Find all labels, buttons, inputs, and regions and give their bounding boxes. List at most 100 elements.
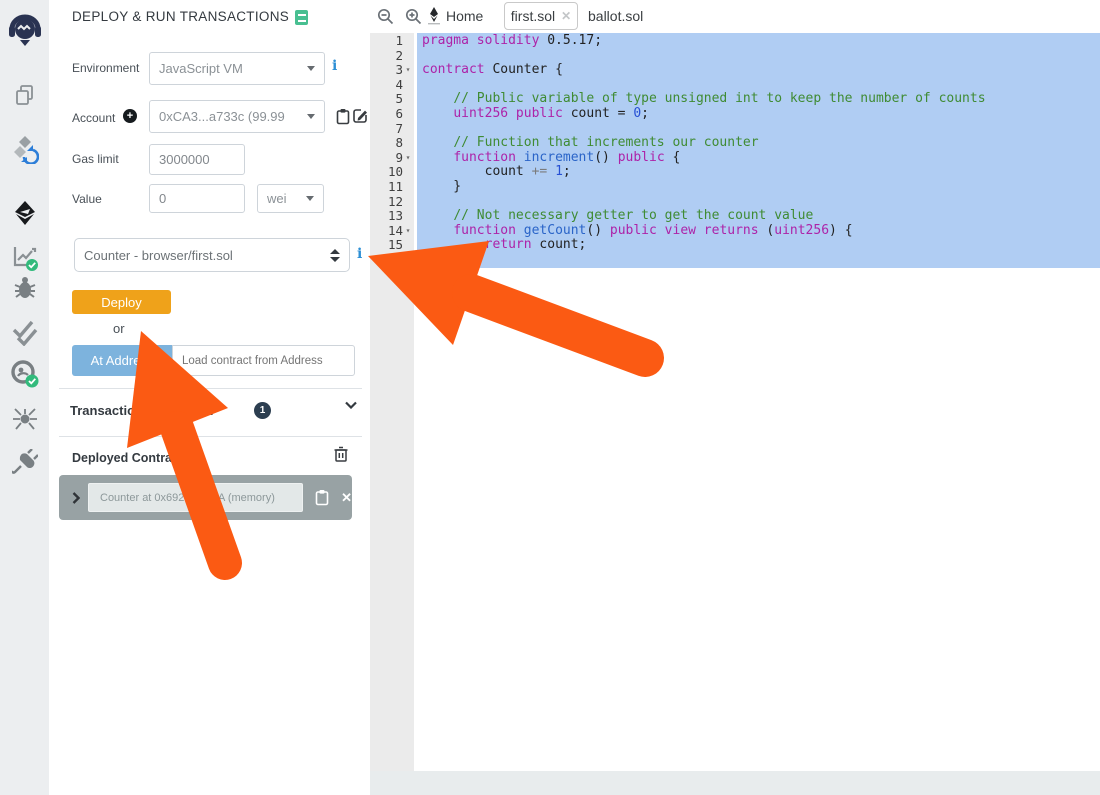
remix-logo[interactable] bbox=[0, 12, 49, 50]
account-select[interactable]: 0xCA3...a733c (99.99 bbox=[149, 100, 325, 133]
icon-sidebar bbox=[0, 0, 49, 795]
panel-title: DEPLOY & RUN TRANSACTIONS bbox=[72, 9, 289, 24]
fold-icon[interactable]: ▾ bbox=[403, 151, 413, 166]
support-icon[interactable] bbox=[0, 358, 49, 390]
line-number: 16 bbox=[370, 253, 414, 268]
line-number: 4 bbox=[370, 78, 414, 93]
environment-info-icon[interactable]: i bbox=[332, 59, 337, 73]
transactions-recorded-label: Transactions recorded: bbox=[70, 403, 214, 418]
line-number: 9▾ bbox=[370, 151, 414, 166]
sort-icon bbox=[330, 249, 340, 262]
close-instance-icon[interactable]: ✕ bbox=[341, 490, 352, 506]
line-number: 8 bbox=[370, 136, 414, 151]
code-editor[interactable]: 123▾456789▾1011121314▾1516 pragma solidi… bbox=[370, 33, 1100, 771]
value-unit-select[interactable]: wei bbox=[257, 184, 324, 213]
code-line bbox=[422, 78, 1100, 93]
account-value: 0xCA3...a733c (99.99 bbox=[159, 109, 301, 124]
line-number: 1 bbox=[370, 34, 414, 49]
code-line: function increment() public { bbox=[422, 151, 1100, 166]
line-number: 10 bbox=[370, 165, 414, 180]
copy-instance-icon[interactable] bbox=[315, 489, 329, 506]
code-line: // Public variable of type unsigned int … bbox=[422, 92, 1100, 107]
line-number: 5 bbox=[370, 92, 414, 107]
environment-select[interactable]: JavaScript VM bbox=[149, 52, 325, 85]
fold-icon[interactable]: ▾ bbox=[403, 63, 413, 78]
gas-limit-input[interactable] bbox=[149, 144, 245, 175]
code-line: // Not necessary getter to get the count… bbox=[422, 209, 1100, 224]
transactions-count-badge: 1 bbox=[254, 402, 271, 419]
code-lines: pragma solidity 0.5.17; contract Counter… bbox=[414, 33, 1100, 268]
contract-select-value: Counter - browser/first.sol bbox=[84, 248, 324, 263]
code-line bbox=[422, 49, 1100, 64]
documentation-icon[interactable] bbox=[295, 10, 308, 25]
contract-info-icon[interactable]: i bbox=[357, 247, 362, 261]
line-number-gutter: 123▾456789▾1011121314▾1516 bbox=[370, 33, 414, 771]
plugin-manager-icon[interactable] bbox=[0, 449, 49, 475]
gas-limit-label: Gas limit bbox=[72, 152, 119, 166]
zoom-out-icon[interactable] bbox=[377, 8, 394, 25]
at-address-button[interactable]: At Address bbox=[72, 345, 172, 376]
editor-area: Home first.sol ✕ ballot.sol 123▾456789▾1… bbox=[370, 0, 1100, 795]
tab-ballot-sol[interactable]: ballot.sol bbox=[588, 8, 643, 24]
line-number: 13 bbox=[370, 209, 414, 224]
code-line: // Function that increments our counter bbox=[422, 136, 1100, 151]
chevron-down-icon[interactable] bbox=[345, 401, 357, 409]
deploy-button[interactable]: Deploy bbox=[72, 290, 171, 314]
trash-icon[interactable] bbox=[334, 446, 348, 462]
editor-tabbar: Home first.sol ✕ ballot.sol bbox=[370, 0, 1100, 33]
line-number: 7 bbox=[370, 122, 414, 137]
line-number: 6 bbox=[370, 107, 414, 122]
line-number: 11 bbox=[370, 180, 414, 195]
fold-icon[interactable]: ▾ bbox=[403, 224, 413, 239]
code-line: uint256 public count = 0; bbox=[422, 107, 1100, 122]
deploy-run-panel: DEPLOY & RUN TRANSACTIONS Environment Ja… bbox=[49, 0, 370, 795]
value-label: Value bbox=[72, 192, 102, 206]
or-label: or bbox=[113, 321, 125, 336]
caret-down-icon bbox=[307, 66, 315, 71]
tab-home[interactable]: Home bbox=[446, 8, 483, 24]
line-number: 14▾ bbox=[370, 224, 414, 239]
tab-label: first.sol bbox=[511, 8, 555, 24]
value-input[interactable] bbox=[149, 184, 245, 213]
account-label: Account bbox=[72, 111, 115, 125]
code-area[interactable]: pragma solidity 0.5.17; contract Counter… bbox=[414, 33, 1100, 771]
unit-testing-icon[interactable] bbox=[0, 320, 49, 346]
divider bbox=[59, 388, 362, 389]
copy-account-icon[interactable] bbox=[336, 108, 350, 125]
edit-account-icon[interactable] bbox=[352, 108, 368, 124]
deployed-contracts-title: Deployed Contracts bbox=[72, 451, 190, 465]
tab-first-sol[interactable]: first.sol ✕ bbox=[504, 2, 578, 30]
code-line: return count; bbox=[422, 238, 1100, 253]
expand-chevron-icon[interactable] bbox=[72, 492, 80, 504]
static-analysis-icon[interactable] bbox=[0, 243, 49, 273]
code-line: contract Counter { bbox=[422, 63, 1100, 78]
line-number: 15 bbox=[370, 238, 414, 253]
environment-value: JavaScript VM bbox=[159, 61, 301, 76]
code-line bbox=[422, 195, 1100, 210]
add-account-icon[interactable]: + bbox=[123, 109, 137, 123]
code-line: } bbox=[422, 253, 1100, 268]
deployed-contract-row: Counter at 0x692...77baA (memory) ✕ bbox=[59, 475, 352, 520]
deployed-contract-name[interactable]: Counter at 0x692...77baA (memory) bbox=[88, 483, 303, 512]
caret-down-icon bbox=[306, 196, 314, 201]
line-number: 2 bbox=[370, 49, 414, 64]
environment-label: Environment bbox=[72, 61, 139, 75]
deploy-and-run-icon[interactable] bbox=[0, 200, 49, 226]
remix-home-icon bbox=[428, 7, 440, 25]
close-tab-icon[interactable]: ✕ bbox=[561, 9, 571, 23]
at-address-input[interactable] bbox=[172, 345, 355, 376]
file-explorers-icon[interactable] bbox=[0, 83, 49, 107]
solidity-compiler-icon[interactable] bbox=[0, 134, 49, 164]
bug-spider-icon[interactable] bbox=[0, 404, 49, 432]
code-line: pragma solidity 0.5.17; bbox=[422, 34, 1100, 49]
contract-select[interactable]: Counter - browser/first.sol bbox=[74, 238, 350, 272]
line-number: 3▾ bbox=[370, 63, 414, 78]
code-line: } bbox=[422, 180, 1100, 195]
debugger-icon[interactable] bbox=[0, 275, 49, 301]
caret-down-icon bbox=[307, 114, 315, 119]
value-unit: wei bbox=[267, 191, 300, 206]
terminal-strip bbox=[370, 771, 1100, 795]
divider bbox=[59, 436, 362, 437]
code-line: count += 1; bbox=[422, 165, 1100, 180]
zoom-in-icon[interactable] bbox=[405, 8, 422, 25]
